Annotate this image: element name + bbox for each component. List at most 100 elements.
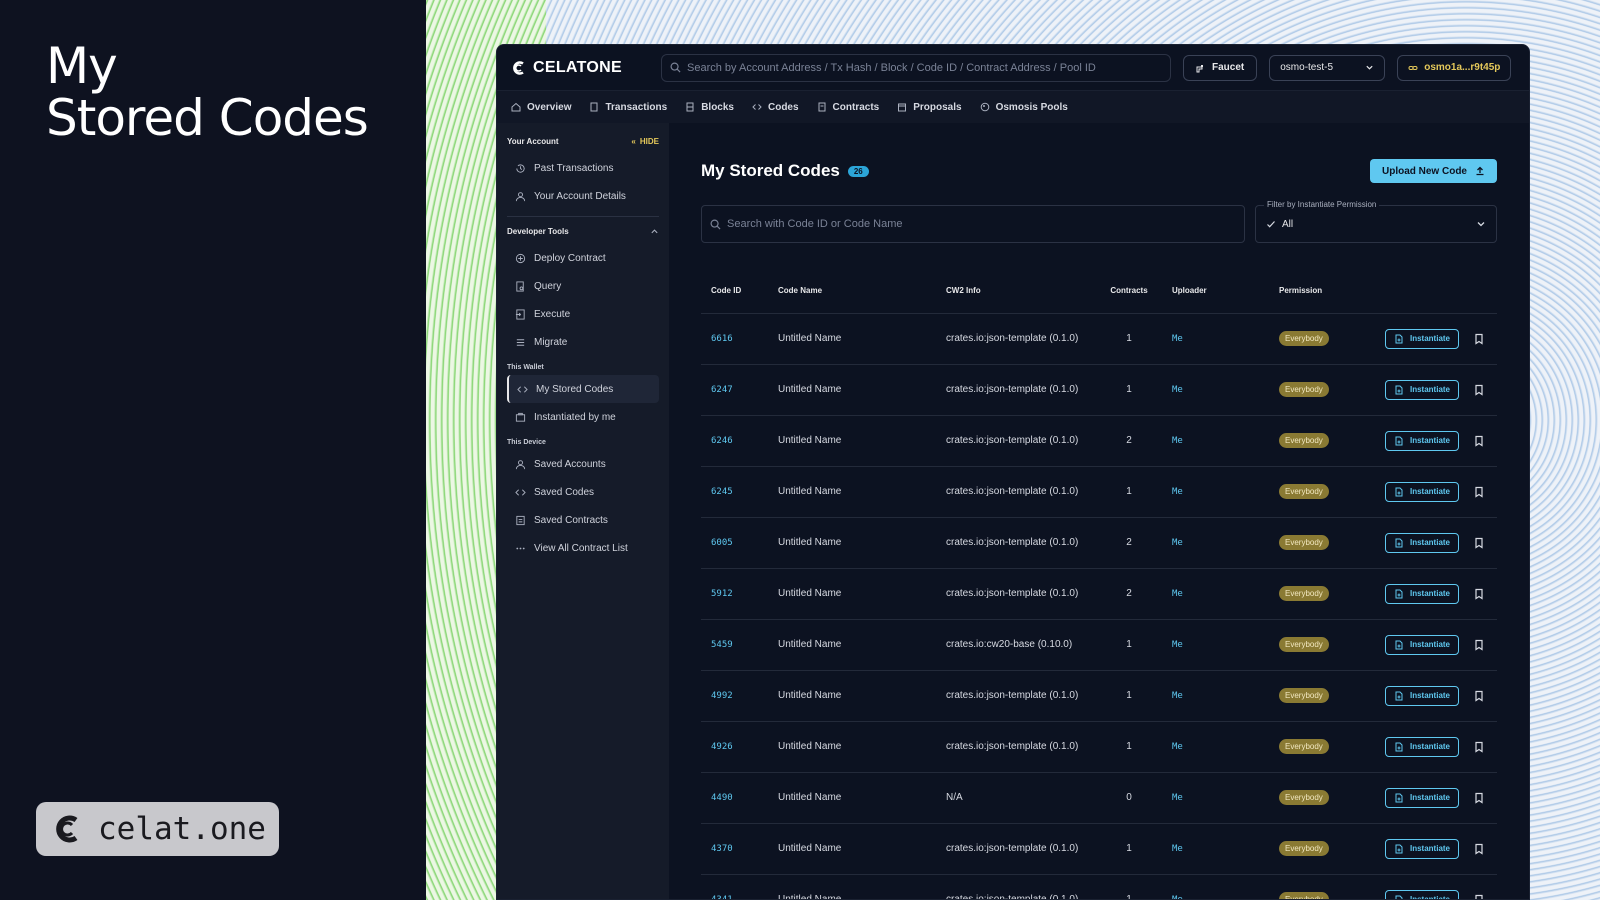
code-id-link[interactable]: 6245 bbox=[701, 466, 768, 518]
instantiate-button[interactable]: Instantiate bbox=[1385, 583, 1460, 604]
code-id-link[interactable]: 5912 bbox=[701, 568, 768, 620]
search-icon bbox=[670, 62, 681, 73]
sidebar-item-instantiated-by-me[interactable]: Instantiated by me bbox=[507, 403, 659, 431]
table-row[interactable]: 6246 Untitled Name crates.io:json-template… bbox=[701, 415, 1497, 467]
sidebar-section-developer-tools[interactable]: Developer Tools bbox=[507, 227, 659, 236]
code-id-link[interactable]: 4992 bbox=[701, 670, 768, 722]
instantiate-label: Instantiate bbox=[1410, 691, 1451, 700]
code-id-link[interactable]: 6246 bbox=[701, 415, 768, 467]
instantiate-button[interactable]: Instantiate bbox=[1385, 532, 1460, 553]
code-name: Untitled Name bbox=[768, 415, 936, 467]
file-plus-icon bbox=[1395, 793, 1403, 802]
instantiate-button[interactable]: Instantiate bbox=[1385, 736, 1460, 757]
actions-cell: Instantiate bbox=[1359, 415, 1497, 467]
uploader-link[interactable]: Me bbox=[1162, 313, 1269, 365]
sidebar-item-query[interactable]: Query bbox=[507, 272, 659, 300]
bookmark-icon[interactable] bbox=[1473, 894, 1485, 900]
table-row[interactable]: 6005 Untitled Name crates.io:json-template… bbox=[701, 517, 1497, 569]
code-id-link[interactable]: 4490 bbox=[701, 772, 768, 824]
nav-proposals[interactable]: Proposals bbox=[897, 102, 962, 113]
code-id-link[interactable]: 6247 bbox=[701, 364, 768, 416]
instantiate-button[interactable]: Instantiate bbox=[1385, 889, 1460, 899]
nav-blocks[interactable]: Blocks bbox=[685, 102, 734, 113]
table-row[interactable]: 4341 Untitled Name crates.io:json-template… bbox=[701, 874, 1497, 900]
bookmark-icon[interactable] bbox=[1473, 741, 1485, 753]
permission-badge: Everybody bbox=[1279, 382, 1329, 397]
bookmark-icon[interactable] bbox=[1473, 486, 1485, 498]
instantiate-button[interactable]: Instantiate bbox=[1385, 481, 1460, 502]
table-row[interactable]: 5459 Untitled Name crates.io:cw20-base (0.… bbox=[701, 619, 1497, 671]
wallet-button[interactable]: osmo1a...r9t45p bbox=[1397, 54, 1512, 81]
sidebar-item-past-transactions[interactable]: Past Transactions bbox=[507, 154, 659, 182]
nav-osmosis-pools[interactable]: Osmosis Pools bbox=[980, 102, 1068, 113]
contract-icon bbox=[516, 515, 525, 525]
global-search-input[interactable]: Search by Account Address / Tx Hash / Bl… bbox=[661, 53, 1171, 82]
uploader-link[interactable]: Me bbox=[1162, 823, 1269, 875]
table-row[interactable]: 6245 Untitled Name crates.io:json-template… bbox=[701, 466, 1497, 518]
bookmark-icon[interactable] bbox=[1473, 690, 1485, 702]
uploader-link[interactable]: Me bbox=[1162, 670, 1269, 722]
instantiate-button[interactable]: Instantiate bbox=[1385, 634, 1460, 655]
bookmark-icon[interactable] bbox=[1473, 333, 1485, 345]
bookmark-icon[interactable] bbox=[1473, 537, 1485, 549]
nav-transactions[interactable]: Transactions bbox=[589, 102, 667, 113]
instantiate-button[interactable]: Instantiate bbox=[1385, 787, 1460, 808]
instantiate-button[interactable]: Instantiate bbox=[1385, 328, 1460, 349]
instantiate-button[interactable]: Instantiate bbox=[1385, 685, 1460, 706]
table-row[interactable]: 4992 Untitled Name crates.io:json-template… bbox=[701, 670, 1497, 722]
bookmark-icon[interactable] bbox=[1473, 588, 1485, 600]
uploader-link[interactable]: Me bbox=[1162, 517, 1269, 569]
table-row[interactable]: 6247 Untitled Name crates.io:json-template… bbox=[701, 364, 1497, 416]
bookmark-icon[interactable] bbox=[1473, 639, 1485, 651]
bookmark-icon[interactable] bbox=[1473, 843, 1485, 855]
code-search-input[interactable]: Search with Code ID or Code Name bbox=[701, 205, 1245, 243]
sidebar-item-migrate[interactable]: Migrate bbox=[507, 328, 659, 356]
permission-cell: Everybody bbox=[1269, 313, 1359, 365]
uploader-link[interactable]: Me bbox=[1162, 721, 1269, 773]
faucet-button[interactable]: Faucet bbox=[1183, 54, 1258, 81]
nav-contracts[interactable]: Contracts bbox=[817, 102, 879, 113]
sidebar-item-execute[interactable]: Execute bbox=[507, 300, 659, 328]
code-id-link[interactable]: 4926 bbox=[701, 721, 768, 773]
instantiate-button[interactable]: Instantiate bbox=[1385, 379, 1460, 400]
code-id-link[interactable]: 5459 bbox=[701, 619, 768, 671]
table-row[interactable]: 4490 Untitled Name N/A 0 Me Everybody Instanti… bbox=[701, 772, 1497, 824]
uploader-link[interactable]: Me bbox=[1162, 466, 1269, 518]
nav-codes[interactable]: Codes bbox=[752, 102, 799, 113]
sidebar-item-saved-codes[interactable]: Saved Codes bbox=[507, 478, 659, 506]
sidebar-item-view-all-contracts[interactable]: View All Contract List bbox=[507, 534, 659, 562]
instantiate-button[interactable]: Instantiate bbox=[1385, 430, 1460, 451]
uploader-link[interactable]: Me bbox=[1162, 874, 1269, 899]
table-row[interactable]: 6616 Untitled Name crates.io:json-template… bbox=[701, 313, 1497, 365]
uploader-link[interactable]: Me bbox=[1162, 415, 1269, 467]
execute-icon bbox=[515, 308, 525, 320]
sidebar-item-account-details[interactable]: Your Account Details bbox=[507, 182, 659, 210]
table-row[interactable]: 4370 Untitled Name crates.io:json-template… bbox=[701, 823, 1497, 875]
logo[interactable]: CELATONE bbox=[511, 59, 649, 77]
network-select[interactable]: osmo-test-5 bbox=[1269, 54, 1386, 81]
nav-overview[interactable]: Overview bbox=[511, 102, 571, 113]
code-id-link[interactable]: 4341 bbox=[701, 874, 768, 899]
sidebar-item-saved-contracts[interactable]: Saved Contracts bbox=[507, 506, 659, 534]
code-id-link[interactable]: 6005 bbox=[701, 517, 768, 569]
upload-new-code-button[interactable]: Upload New Code bbox=[1369, 159, 1497, 183]
uploader-link[interactable]: Me bbox=[1162, 772, 1269, 824]
hide-sidebar-button[interactable]: «HIDE bbox=[631, 137, 659, 146]
uploader-link[interactable]: Me bbox=[1162, 568, 1269, 620]
sidebar-item-my-stored-codes[interactable]: My Stored Codes bbox=[507, 375, 659, 403]
code-id-link[interactable]: 4370 bbox=[701, 823, 768, 875]
chevron-up-icon bbox=[651, 229, 658, 234]
sidebar-item-deploy-contract[interactable]: Deploy Contract bbox=[507, 244, 659, 272]
uploader-link[interactable]: Me bbox=[1162, 619, 1269, 671]
bookmark-icon[interactable] bbox=[1473, 435, 1485, 447]
bookmark-icon[interactable] bbox=[1473, 384, 1485, 396]
uploader-link[interactable]: Me bbox=[1162, 364, 1269, 416]
instantiate-button[interactable]: Instantiate bbox=[1385, 838, 1460, 859]
table-row[interactable]: 4926 Untitled Name crates.io:json-template… bbox=[701, 721, 1497, 773]
cw2-info: crates.io:json-template (0.1.0) bbox=[936, 823, 1096, 875]
code-id-link[interactable]: 6616 bbox=[701, 313, 768, 365]
bookmark-icon[interactable] bbox=[1473, 792, 1485, 804]
sidebar-item-saved-accounts[interactable]: Saved Accounts bbox=[507, 450, 659, 478]
table-row[interactable]: 5912 Untitled Name crates.io:json-template… bbox=[701, 568, 1497, 620]
permission-filter-select[interactable]: Filter by Instantiate Permission All bbox=[1255, 200, 1497, 243]
